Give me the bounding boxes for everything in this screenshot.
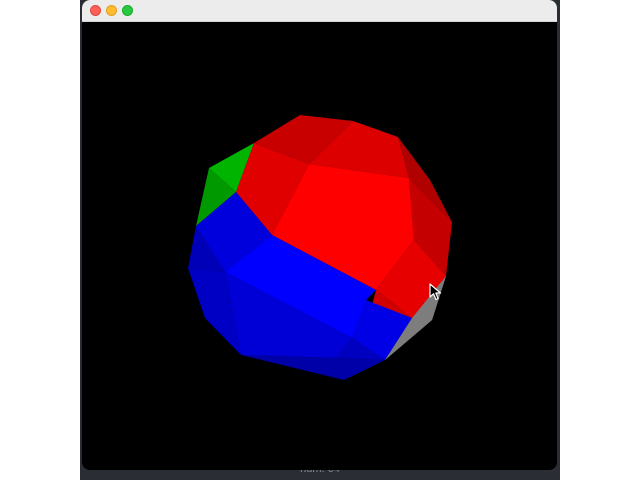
- window-titlebar[interactable]: [82, 0, 557, 22]
- arrow-pointer-icon: [429, 283, 442, 301]
- polyhedron-render[interactable]: [82, 22, 557, 470]
- app-window: [82, 0, 557, 470]
- zoom-button[interactable]: [122, 5, 133, 16]
- close-button[interactable]: [90, 5, 101, 16]
- 3d-viewport[interactable]: [82, 22, 557, 470]
- minimize-button[interactable]: [106, 5, 117, 16]
